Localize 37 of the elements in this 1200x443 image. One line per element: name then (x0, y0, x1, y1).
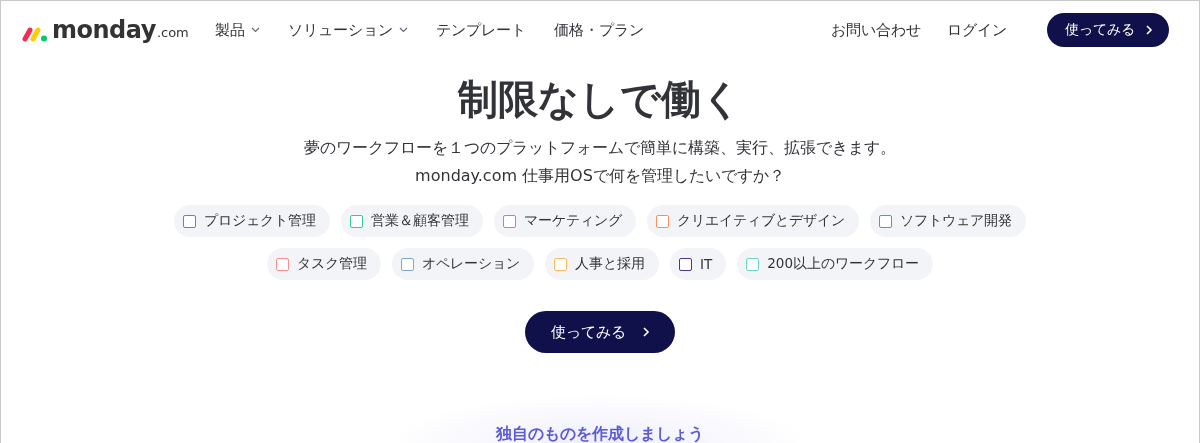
chevron-right-icon (1145, 24, 1153, 36)
dropdown-caret-icon (398, 27, 408, 33)
nav-menu-item[interactable]: 製品 (214, 20, 260, 40)
dropdown-caret-icon (250, 27, 260, 33)
nav-link[interactable]: お問い合わせ (831, 20, 921, 40)
nav-link[interactable]: ログイン (947, 20, 1007, 40)
checkbox[interactable] (503, 214, 516, 228)
get-started-button[interactable]: 使ってみる (525, 311, 675, 353)
hero-subtitle: 夢のワークフローを１つのプラットフォームで簡単に構築、実行、拡張できます。 (304, 137, 896, 159)
category-chip[interactable]: ソフトウェア開発 (870, 205, 1026, 237)
category-chip[interactable]: マーケティング (494, 205, 636, 237)
checkbox[interactable] (276, 257, 289, 271)
category-chip[interactable]: オペレーション (392, 248, 534, 280)
hero-title: 制限なしで働く (458, 75, 742, 123)
category-chip[interactable]: タスク管理 (267, 248, 381, 280)
section-heading: 独自のものを作成しましょう (496, 424, 704, 443)
checkbox[interactable] (350, 214, 363, 228)
checkbox[interactable] (401, 257, 414, 271)
nav-menu-item[interactable]: テンプレート (435, 20, 526, 40)
category-chip[interactable]: 営業＆顧客管理 (341, 205, 483, 237)
hero-subtitle: monday.com 仕事用OSで何を管理したいですか？ (415, 165, 785, 187)
checkbox[interactable] (656, 214, 669, 228)
category-chip[interactable]: 200以上のワークフロー (737, 248, 933, 280)
checkbox[interactable] (879, 214, 892, 228)
category-chip[interactable]: プロジェクト管理 (174, 205, 330, 237)
category-chip[interactable]: クリエイティブとデザイン (647, 205, 859, 237)
chevron-right-icon (641, 326, 650, 338)
category-chip[interactable]: 人事と採用 (545, 248, 659, 280)
nav-menu-item[interactable]: ソリューション (287, 20, 408, 40)
category-chip[interactable]: IT (670, 248, 727, 280)
get-started-button[interactable]: 使ってみる (1047, 13, 1169, 47)
checkbox[interactable] (679, 257, 692, 271)
nav-menu-item[interactable]: 価格・プラン (553, 20, 644, 40)
checkbox[interactable] (183, 214, 196, 228)
logo-domain: .com (156, 23, 189, 42)
logo-icon (22, 26, 48, 42)
logo-wordmark: monday (52, 18, 156, 42)
